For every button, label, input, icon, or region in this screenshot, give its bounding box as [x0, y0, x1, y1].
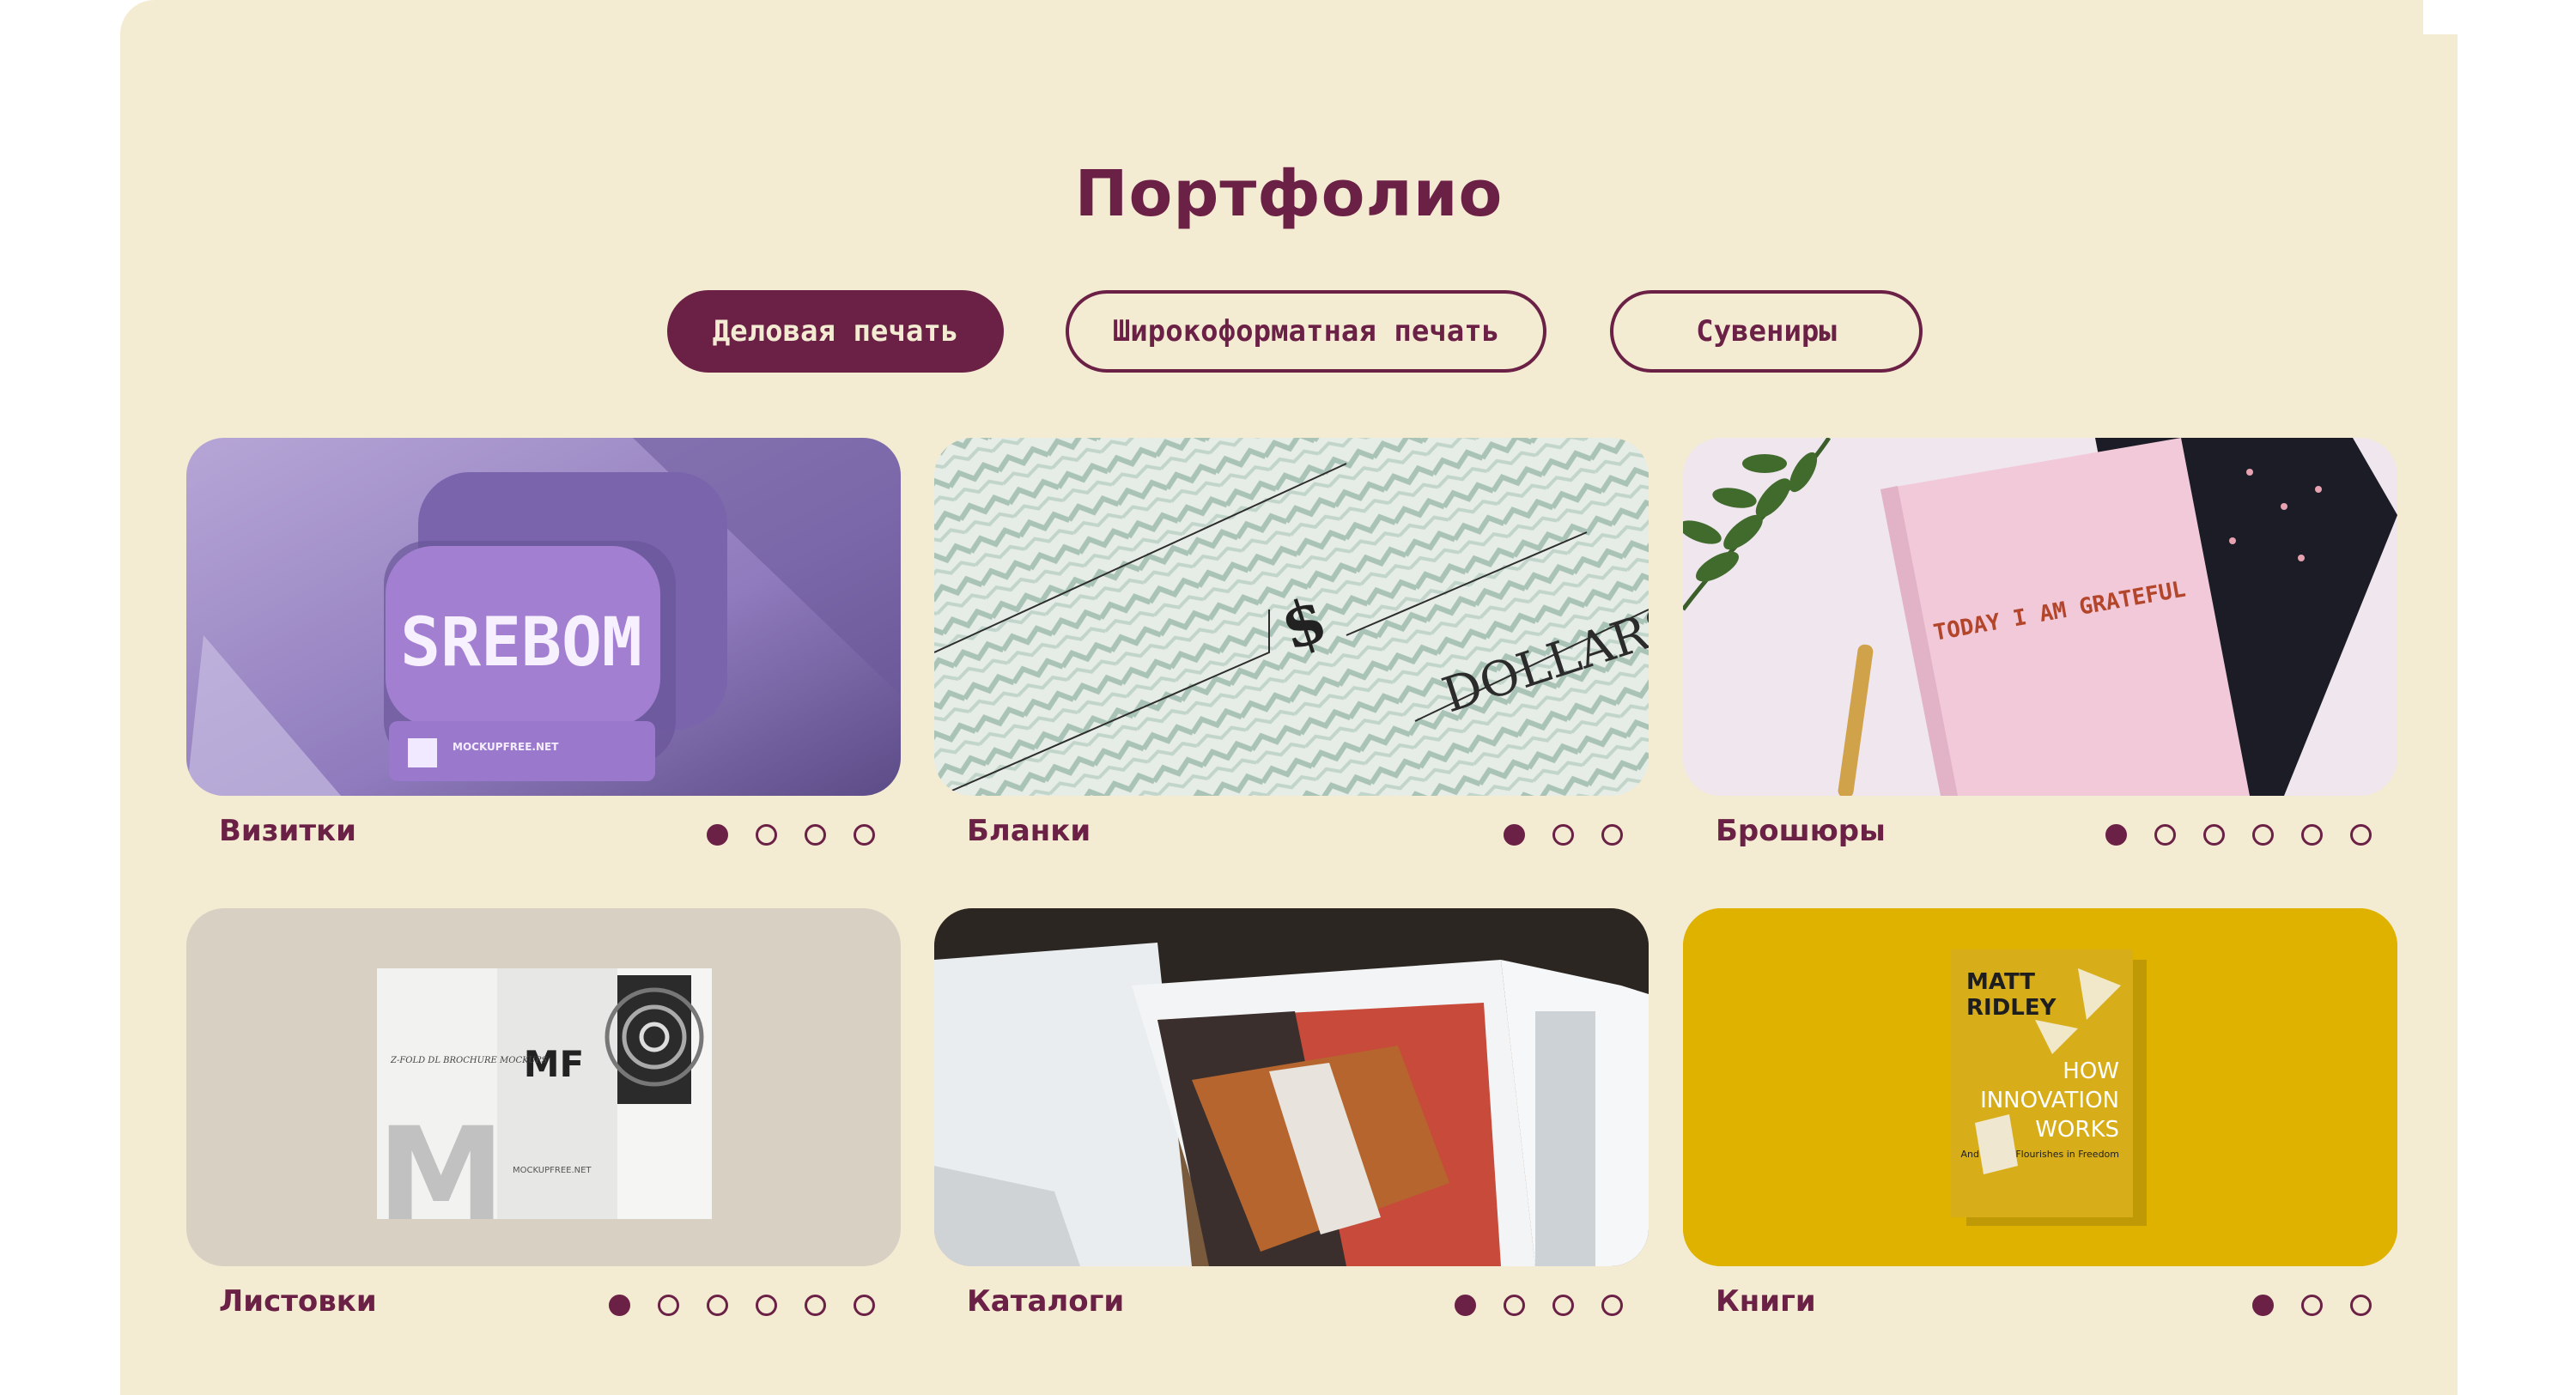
card-image-catalogs[interactable] — [934, 908, 1649, 1266]
book-title-line-1: HOW — [2063, 1058, 2119, 1084]
carousel-dot[interactable] — [1552, 824, 1574, 846]
tab-business-print[interactable]: Деловая печать — [667, 290, 1004, 373]
portfolio-card-flyers[interactable]: MF Z-FOLD DL BROCHURE MOCKUPS MOCKUPFREE… — [186, 908, 901, 1319]
carousel-dots — [1455, 1295, 1623, 1316]
card-caption: Каталоги — [967, 1284, 1125, 1319]
page-title: Портфолио — [1074, 157, 1504, 231]
card-text-srebom: SREBOM — [400, 604, 642, 682]
card-site-text: MOCKUPFREE.NET — [453, 741, 559, 753]
card-caption: Книги — [1716, 1284, 1816, 1319]
category-tabs: Деловая печать Широкоформатная печать Су… — [120, 290, 2458, 373]
carousel-dot[interactable] — [1455, 1295, 1476, 1316]
carousel-dot[interactable] — [1504, 824, 1525, 846]
carousel-dot[interactable] — [2301, 1295, 2323, 1316]
carousel-dot[interactable] — [1601, 824, 1623, 846]
carousel-dot[interactable] — [2252, 824, 2274, 846]
card-caption: Визитки — [219, 814, 356, 848]
flyer-title-text: Z-FOLD DL BROCHURE MOCKUPS — [390, 1056, 547, 1065]
carousel-dot[interactable] — [2154, 824, 2176, 846]
flyer-site-text: MOCKUPFREE.NET — [513, 1166, 592, 1175]
card-image-business-cards[interactable]: SREBOM MOCKUPFREE.NET — [186, 438, 901, 796]
tab-wide-format-print[interactable]: Широкоформатная печать — [1066, 290, 1546, 373]
carousel-dot[interactable] — [1504, 1295, 1525, 1316]
book-title-line-3: WORKS — [2035, 1117, 2119, 1143]
book-author-first: MATT — [1966, 969, 2035, 995]
book-author-last: RIDLEY — [1966, 995, 2057, 1021]
portfolio-card-brochures[interactable]: TODAY I AM GRATEFUL Брошюры — [1683, 438, 2397, 848]
carousel-dot[interactable] — [805, 1295, 826, 1316]
svg-text:M: M — [377, 1101, 505, 1250]
carousel-dots — [609, 1295, 875, 1316]
carousel-dot[interactable] — [2350, 1295, 2372, 1316]
carousel-dot[interactable] — [658, 1295, 679, 1316]
tab-souvenirs[interactable]: Сувениры — [1610, 290, 1923, 373]
card-caption: Бланки — [967, 814, 1091, 848]
book-title-line-2: INNOVATION — [1980, 1088, 2119, 1113]
carousel-dot[interactable] — [2105, 824, 2127, 846]
carousel-dot[interactable] — [805, 824, 826, 846]
card-caption: Листовки — [219, 1284, 377, 1319]
carousel-dots — [707, 824, 875, 846]
portfolio-card-letterheads[interactable]: $ DOLLARS Бланки — [934, 438, 1649, 848]
carousel-dots — [2252, 1295, 2372, 1316]
carousel-dot[interactable] — [2350, 824, 2372, 846]
carousel-dot[interactable] — [756, 1295, 777, 1316]
card-caption: Брошюры — [1716, 814, 1886, 848]
carousel-dot[interactable] — [1601, 1295, 1623, 1316]
carousel-dots — [2105, 824, 2372, 846]
carousel-dot[interactable] — [854, 824, 875, 846]
card-image-flyers[interactable]: MF Z-FOLD DL BROCHURE MOCKUPS MOCKUPFREE… — [186, 908, 901, 1266]
carousel-dot[interactable] — [707, 1295, 728, 1316]
carousel-dot[interactable] — [756, 824, 777, 846]
carousel-dots — [1504, 824, 1623, 846]
portfolio-card-catalogs[interactable]: Каталоги — [934, 908, 1649, 1319]
carousel-dot[interactable] — [2301, 824, 2323, 846]
card-image-brochures[interactable]: TODAY I AM GRATEFUL — [1683, 438, 2397, 796]
carousel-dot[interactable] — [707, 824, 728, 846]
carousel-dot[interactable] — [2203, 824, 2225, 846]
portfolio-section: Портфолио Деловая печать Широкоформатная… — [120, 0, 2458, 1395]
carousel-dot[interactable] — [854, 1295, 875, 1316]
portfolio-card-books[interactable]: MATT RIDLEY HOW INNOVATION WORKS And Why… — [1683, 908, 2397, 1319]
portfolio-card-business-cards[interactable]: SREBOM MOCKUPFREE.NET Визитки — [186, 438, 901, 848]
card-image-letterheads[interactable]: $ DOLLARS — [934, 438, 1649, 796]
carousel-dot[interactable] — [1552, 1295, 1574, 1316]
card-image-books[interactable]: MATT RIDLEY HOW INNOVATION WORKS And Why… — [1683, 908, 2397, 1266]
carousel-dot[interactable] — [609, 1295, 630, 1316]
carousel-dot[interactable] — [2252, 1295, 2274, 1316]
